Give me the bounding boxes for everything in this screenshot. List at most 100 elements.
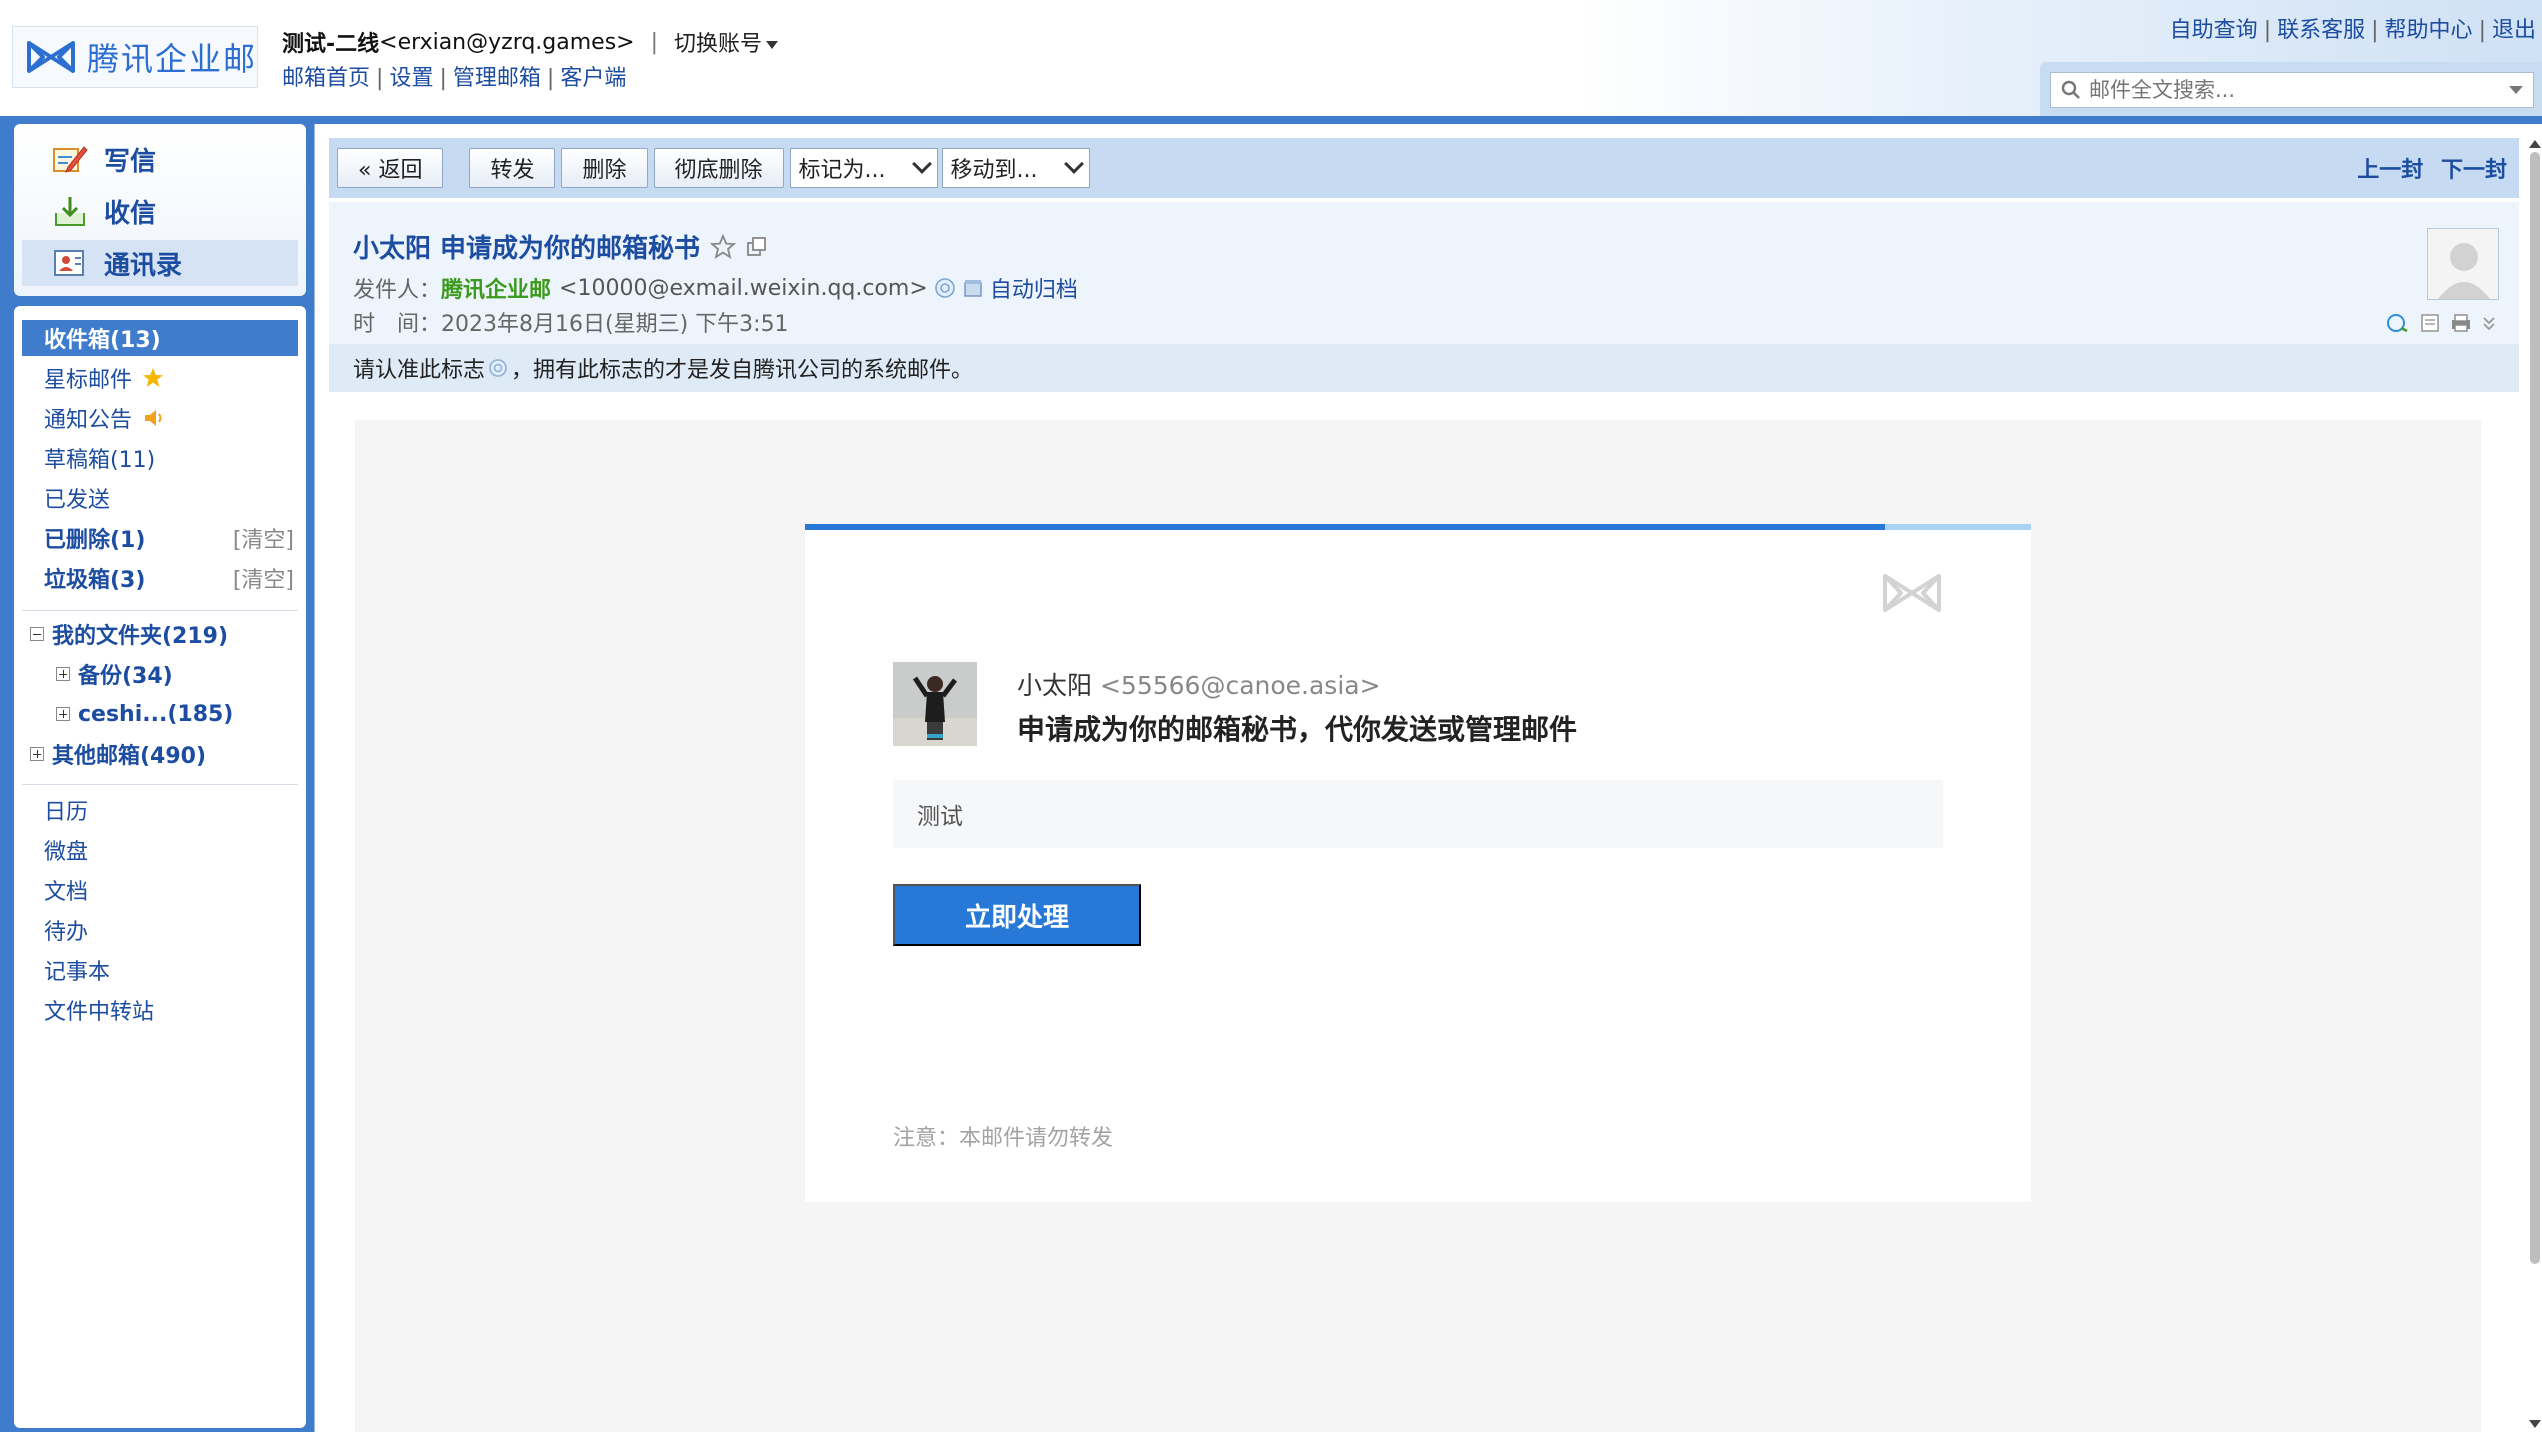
forward-button[interactable]: 转发 (469, 148, 556, 188)
chevron-down-icon (1063, 154, 1084, 174)
delete-permanently-button[interactable]: 彻底删除 (653, 148, 784, 188)
folder-divider (22, 610, 298, 611)
card-top-bar (805, 524, 2031, 530)
next-mail-link[interactable]: 下一封 (2441, 158, 2507, 183)
back-button[interactable]: « 返回 (337, 148, 444, 188)
expand-tree-icon[interactable] (56, 707, 70, 721)
app-docs[interactable]: 文档 (22, 872, 298, 908)
process-now-button[interactable]: 立即处理 (893, 884, 1141, 946)
reply-chat-icon[interactable] (2385, 312, 2411, 334)
self-service-link[interactable]: 自助查询 (2170, 18, 2258, 43)
note-icon[interactable] (2419, 312, 2441, 334)
scrollbar-thumb[interactable] (2530, 152, 2540, 1264)
brand-logo[interactable]: 腾讯企业邮 (12, 26, 258, 88)
folder-inbox-label: 收件箱(13) (44, 328, 161, 353)
app-todo[interactable]: 待办 (22, 912, 298, 948)
brand-name: 腾讯企业邮 (87, 40, 258, 78)
scroll-down-arrow-icon[interactable] (2529, 1420, 2541, 1428)
account-email: <erxian@yzrq.games> (379, 29, 635, 55)
quick-actions-panel: 写信 收信 通讯录 (14, 124, 306, 296)
search-input[interactable] (2089, 78, 2509, 102)
mailbox-home-link[interactable]: 邮箱首页 (282, 66, 370, 91)
account-name: 测试-二线 (282, 32, 380, 57)
folder-notice[interactable]: 通知公告 (22, 400, 298, 436)
star-outline-icon[interactable] (710, 233, 737, 260)
archive-icon (964, 280, 982, 297)
auto-archive-link[interactable]: 自动归档 (990, 272, 1078, 304)
account-separator: | (650, 29, 659, 55)
folder-my-folders[interactable]: 我的文件夹(219) (22, 616, 298, 652)
manage-mailbox-link[interactable]: 管理邮箱 (453, 66, 541, 91)
folder-notice-label: 通知公告 (44, 408, 133, 433)
print-icon[interactable] (2449, 312, 2473, 334)
search-box (2050, 72, 2534, 108)
chevron-down-icon (911, 154, 932, 174)
delete-button[interactable]: 删除 (561, 148, 648, 188)
clear-spam-link[interactable]: [清空] (233, 562, 294, 594)
move-to-select[interactable]: 移动到... (941, 148, 1090, 188)
mail-pager: 上一封 下一封 (2357, 152, 2507, 184)
forward-warning-note: 注意：本邮件请勿转发 (893, 1126, 1114, 1151)
mail-from-row: 发件人： 腾讯企业邮 <10000@exmail.weixin.qq.com> … (353, 272, 1078, 304)
folder-backup[interactable]: 备份(34) (22, 656, 298, 692)
prev-mail-link[interactable]: 上一封 (2357, 158, 2423, 183)
app-file-transfer[interactable]: 文件中转站 (22, 992, 298, 1028)
mail-header: 小太阳 申请成为你的邮箱秘书 发件人： 腾讯企业邮 <10000@exmail.… (329, 202, 2519, 344)
app-todo-label: 待办 (44, 920, 89, 945)
receive-mail-button[interactable]: 收信 (22, 188, 298, 234)
secretary-request-card: 小太阳 <55566@canoe.asia> 申请成为你的邮箱秘书，代你发送或管… (805, 524, 2031, 1202)
mail-time-row: 时 间： 2023年8月16日(星期三) 下午3:51 (353, 306, 789, 338)
folder-spam[interactable]: 垃圾箱(3) [清空] (22, 560, 298, 596)
client-link[interactable]: 客户端 (560, 66, 626, 91)
main-content: « 返回 转发 删除 彻底删除 标记为... 移动到... 上一封 下一封 小太… (314, 124, 2528, 1432)
requester-avatar (893, 662, 977, 746)
contacts-button[interactable]: 通讯录 (22, 240, 298, 286)
compose-icon (53, 146, 88, 173)
open-in-new-window-icon[interactable] (746, 236, 768, 258)
folder-drafts[interactable]: 草稿箱(11) (22, 440, 298, 476)
app-calendar[interactable]: 日历 (22, 792, 298, 828)
requester-photo (893, 662, 977, 746)
settings-link[interactable]: 设置 (389, 66, 433, 91)
app-notes[interactable]: 记事本 (22, 952, 298, 988)
sender-name[interactable]: 腾讯企业邮 (441, 272, 551, 304)
page-scrollbar[interactable] (2528, 124, 2542, 1432)
app-notes-label: 记事本 (44, 960, 111, 985)
logout-link[interactable]: 退出 (2492, 18, 2536, 43)
contact-support-link[interactable]: 联系客服 (2277, 18, 2365, 43)
collapse-tree-icon[interactable] (30, 627, 44, 641)
expand-tree-icon[interactable] (30, 747, 44, 761)
folder-spam-label: 垃圾箱(3) (44, 568, 146, 593)
request-title: 申请成为你的邮箱秘书，代你发送或管理邮件 (1017, 713, 1578, 746)
top-right-links: 自助查询 | 联系客服 | 帮助中心 | 退出 (2169, 18, 2536, 43)
clear-deleted-link[interactable]: [清空] (233, 522, 294, 554)
folder-deleted-label: 已删除(1) (44, 528, 146, 553)
app-calendar-label: 日历 (44, 800, 89, 825)
folder-panel: 收件箱(13) 星标邮件 通知公告 草稿箱(11) 已发送 已删除(1) [清空… (14, 306, 306, 1428)
help-center-link[interactable]: 帮助中心 (2385, 18, 2473, 43)
folder-ceshi-label: ceshi...(185) (78, 701, 234, 727)
search-options-dropdown-icon[interactable] (2509, 86, 2523, 94)
folder-ceshi[interactable]: ceshi...(185) (22, 696, 298, 732)
folder-other-mailboxes[interactable]: 其他邮箱(490) (22, 736, 298, 772)
more-options-chevron-icon[interactable] (2481, 312, 2497, 334)
folder-drafts-label: 草稿箱(11) (44, 448, 156, 473)
contacts-icon (54, 250, 84, 276)
caret-down-icon (766, 41, 779, 49)
verified-badge-icon (489, 359, 507, 377)
switch-account-label: 切换账号 (674, 32, 763, 57)
switch-account-button[interactable]: 切换账号 (674, 26, 779, 58)
expand-tree-icon[interactable] (56, 667, 70, 681)
folder-deleted[interactable]: 已删除(1) [清空] (22, 520, 298, 556)
scroll-up-arrow-icon[interactable] (2529, 140, 2541, 148)
folder-sent[interactable]: 已发送 (22, 480, 298, 516)
folder-my-folders-label: 我的文件夹(219) (52, 624, 229, 649)
account-info: 测试-二线 <erxian@yzrq.games> | 切换账号 (282, 26, 779, 58)
folder-inbox[interactable]: 收件箱(13) (22, 320, 298, 356)
star-icon (143, 368, 164, 387)
compose-button[interactable]: 写信 (22, 136, 298, 182)
app-drive[interactable]: 微盘 (22, 832, 298, 868)
folder-starred[interactable]: 星标邮件 (22, 360, 298, 396)
mail-subject-row: 小太阳 申请成为你的邮箱秘书 (353, 228, 768, 265)
mark-as-select[interactable]: 标记为... (789, 148, 938, 188)
